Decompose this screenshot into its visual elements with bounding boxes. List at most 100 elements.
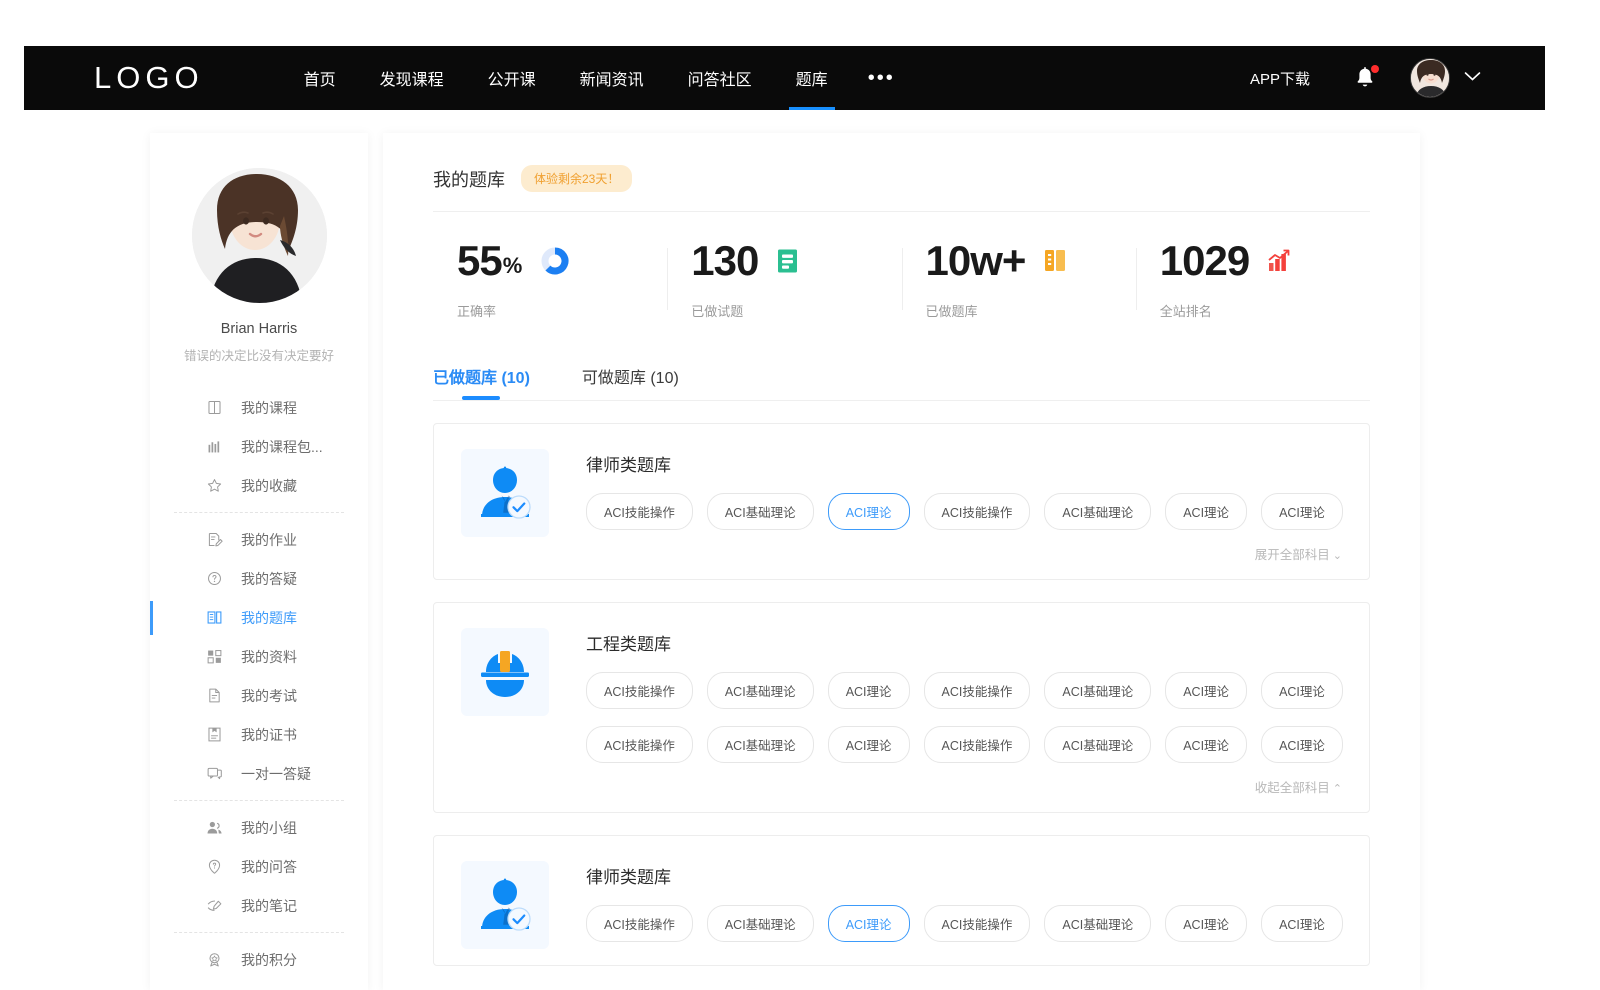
question-circle-icon [206,570,223,587]
sidebar-item-6[interactable]: 我的题库 [150,598,368,637]
expand-subjects-link[interactable]: 收起全部科目⌃ [586,777,1342,796]
subject-tag[interactable]: ACI基础理论 [1044,905,1151,942]
nav-link-4[interactable]: 问答社区 [666,46,774,110]
subject-tag[interactable]: ACI理论 [828,726,910,763]
expand-subjects-link[interactable]: 展开全部科目⌄ [586,544,1342,563]
tab-1[interactable]: 可做题库 (10) [582,364,679,400]
sidebar-item-label: 我的题库 [241,608,297,628]
subject-tag[interactable]: ACI技能操作 [924,493,1031,530]
subject-tag[interactable]: ACI理论 [1165,672,1247,709]
card-title: 律师类题库 [586,863,1342,888]
sidebar-divider [174,512,344,513]
sidebar-item-label: 我的小组 [241,818,297,838]
stat-value: 10w+ [926,240,1026,282]
subject-tag[interactable]: ACI技能操作 [924,905,1031,942]
question-circle-icon [206,570,223,587]
stat-value: 130 [691,240,758,282]
notification-bell-button[interactable] [1354,66,1376,90]
subject-tag[interactable]: ACI理论 [1261,672,1343,709]
subject-tag[interactable]: ACI理论 [1165,726,1247,763]
stat-value: 55 [457,240,502,282]
files-icon [206,648,223,665]
user-menu-chevron[interactable] [1464,69,1481,87]
sidebar-item-10[interactable]: 一对一答疑 [150,754,368,793]
subject-tag[interactable]: ACI基础理论 [1044,493,1151,530]
question-bank-icon [206,609,223,626]
main-content-panel: 我的题库 体验剩余23天！ 55% 正确率130 已做试题10w+ 已做题库10… [383,133,1420,990]
sidebar-item-13[interactable]: 我的问答 [150,847,368,886]
subject-tag[interactable]: ACI基础理论 [707,905,814,942]
nav-link-1[interactable]: 发现课程 [358,46,466,110]
medal-icon [206,951,223,968]
tab-0[interactable]: 已做题库 (10) [433,364,530,400]
expand-label: 展开全部科目 [1255,548,1330,562]
book-icon [206,399,223,416]
subject-tag[interactable]: ACI基础理论 [707,726,814,763]
sidebar-item-0[interactable]: 我的课程 [150,388,368,427]
more-nav-icon[interactable]: ••• [850,67,913,90]
stat-label: 正确率 [457,301,667,320]
sidebar-item-label: 我的问答 [241,857,297,877]
nav-link-0[interactable]: 首页 [282,46,358,110]
subject-tag[interactable]: ACI理论 [828,672,910,709]
subject-tag[interactable]: ACI理论 [828,905,910,942]
subject-tag[interactable]: ACI理论 [1261,905,1343,942]
subject-tag[interactable]: ACI技能操作 [586,493,693,530]
sidebar-item-4[interactable]: 我的作业 [150,520,368,559]
sidebar-item-8[interactable]: 我的考试 [150,676,368,715]
subject-tag[interactable]: ACI技能操作 [586,672,693,709]
question-bank-card[interactable]: 工程类题库ACI技能操作ACI基础理论ACI理论ACI技能操作ACI基础理论AC… [433,602,1370,813]
sidebar-item-label: 我的资料 [241,647,297,667]
sidebar-item-12[interactable]: 我的小组 [150,808,368,847]
user-avatar-nav[interactable] [1410,58,1450,98]
subject-tag[interactable]: ACI理论 [1261,493,1343,530]
site-logo[interactable]: LOGO [94,60,204,96]
sidebar-item-label: 我的答疑 [241,569,297,589]
expand-caret-icon: ⌃ [1333,783,1342,795]
app-download-link[interactable]: APP下载 [1250,68,1310,89]
sidebar-item-label: 我的考试 [241,686,297,706]
stat-value: 1029 [1160,240,1249,282]
sidebar-item-9[interactable]: 我的证书 [150,715,368,754]
stat-label: 已做试题 [691,301,901,320]
question-bank-icon [206,609,223,626]
subject-tag[interactable]: ACI理论 [1165,493,1247,530]
sidebar-item-16[interactable]: 我的积分 [150,940,368,979]
nav-link-5[interactable]: 题库 [774,46,850,110]
subject-tag[interactable]: ACI技能操作 [586,905,693,942]
orange-book-icon [1043,248,1067,274]
subject-tag[interactable]: ACI基础理论 [707,493,814,530]
question-bank-card[interactable]: 律师类题库 ACI技能操作 ACI基础理论 ACI理论 ACI技能操作 ACI基础理论 AC… [433,423,1370,580]
subject-tag[interactable]: ACI基础理论 [1044,672,1151,709]
nav-link-3[interactable]: 新闻资讯 [558,46,666,110]
stat-label: 已做题库 [926,301,1136,320]
qa-pin-icon [206,858,223,875]
card-title: 律师类题库 [586,451,1342,476]
subject-tag[interactable]: ACI理论 [828,493,910,530]
sidebar-item-1[interactable]: 我的课程包... [150,427,368,466]
subject-tag[interactable]: ACI技能操作 [586,726,693,763]
notification-badge-dot [1371,65,1379,73]
question-bank-card[interactable]: 律师类题库 ACI技能操作 ACI基础理论 ACI理论 ACI技能操作 ACI基础理论 AC… [433,835,1370,966]
stat-value-row: 130 [691,240,901,282]
sidebar-item-2[interactable]: 我的收藏 [150,466,368,505]
subject-tag[interactable]: ACI技能操作 [924,672,1031,709]
sidebar-user-motto: 错误的决定比没有决定要好 [150,345,368,364]
sidebar-item-5[interactable]: 我的答疑 [150,559,368,598]
sidebar-item-label: 我的笔记 [241,896,297,916]
sidebar-item-14[interactable]: 我的笔记 [150,886,368,925]
sidebar-item-label: 一对一答疑 [241,764,311,784]
sidebar-item-label: 我的作业 [241,530,297,550]
subject-tag[interactable]: ACI理论 [1165,905,1247,942]
subject-tag[interactable]: ACI技能操作 [924,726,1031,763]
sidebar-item-7[interactable]: 我的资料 [150,637,368,676]
stat-card-2: 10w+ 已做题库 [902,240,1136,320]
subject-tag[interactable]: ACI基础理论 [1044,726,1151,763]
card-thumbnail [461,449,549,537]
subject-tag[interactable]: ACI基础理论 [707,672,814,709]
subject-tag[interactable]: ACI理论 [1261,726,1343,763]
donut-progress-icon [540,246,570,276]
sidebar-item-label: 我的课程 [241,398,297,418]
main-nav-links: 首页发现课程公开课新闻资讯问答社区题库 [282,46,850,110]
nav-link-2[interactable]: 公开课 [466,46,558,110]
